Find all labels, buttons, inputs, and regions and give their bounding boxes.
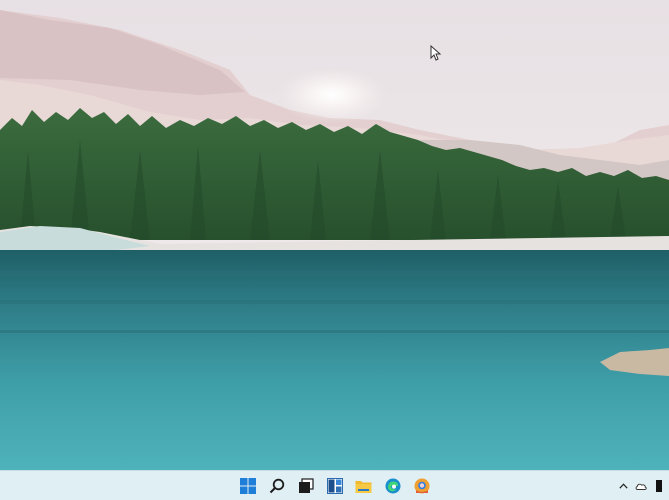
taskbar-pinned-apps [236, 474, 433, 498]
widgets-icon [326, 478, 343, 494]
onedrive-tray-button[interactable] [635, 479, 647, 493]
onedrive-cloud-icon [635, 483, 647, 490]
browser-app-button[interactable] [410, 475, 433, 498]
file-explorer-button[interactable] [352, 475, 375, 498]
edge-browser-icon [385, 478, 400, 494]
widgets-button[interactable] [323, 475, 346, 498]
network-tray-button[interactable] [653, 479, 665, 493]
edge-button[interactable] [381, 475, 404, 498]
system-tray [617, 476, 665, 496]
search-icon [269, 478, 284, 494]
task-view-button[interactable] [294, 475, 317, 498]
task-view-icon [298, 478, 314, 493]
chevron-up-icon [618, 483, 628, 489]
browser-app-icon [414, 478, 429, 494]
network-icon [656, 480, 662, 492]
taskbar [0, 470, 669, 500]
desktop [0, 0, 669, 500]
desktop-wallpaper [0, 0, 669, 470]
mouse-cursor-icon [430, 45, 442, 61]
search-button[interactable] [265, 475, 288, 498]
show-hidden-icons-button[interactable] [617, 479, 629, 493]
folder-icon [355, 480, 372, 493]
windows-logo-icon [239, 478, 256, 494]
start-button[interactable] [236, 475, 259, 498]
